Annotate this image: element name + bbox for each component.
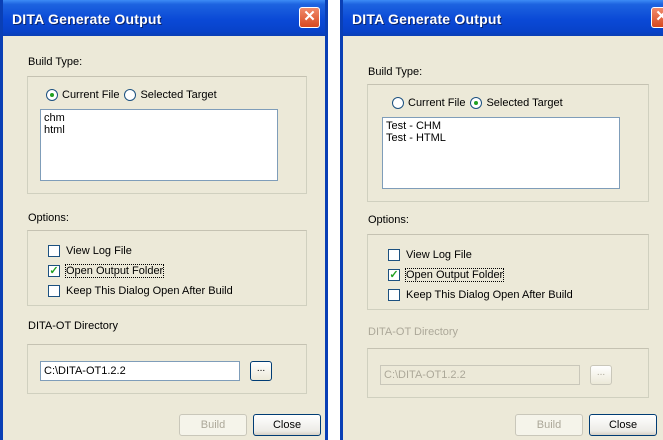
radio-current-file[interactable] [46, 89, 58, 101]
build-button[interactable]: Build [179, 414, 247, 436]
build-type-label: Build Type: [368, 66, 423, 78]
close-icon[interactable]: ✕ [651, 7, 663, 28]
close-button[interactable]: Close [253, 414, 321, 436]
ditaot-directory-input[interactable]: C:\DITA-OT1.2.2 [40, 361, 240, 381]
option-open-output[interactable]: ✓ Open Output Folder [388, 268, 505, 282]
build-type-radio-row: Current File Selected Target [46, 89, 222, 101]
radio-current-file[interactable] [392, 97, 404, 109]
ditaot-directory-input[interactable]: C:\DITA-OT1.2.2 [380, 365, 580, 385]
checkbox-open-output[interactable]: ✓ [388, 269, 400, 281]
list-item[interactable]: Test - CHM [386, 120, 616, 132]
dita-dialog-selected-target: DITA Generate Output ✕ Build Type: Curre… [340, 0, 663, 440]
dialog-title: DITA Generate Output [352, 11, 502, 27]
option-keep-open[interactable]: Keep This Dialog Open After Build [388, 289, 573, 301]
browse-button[interactable]: ... [250, 361, 272, 381]
list-item[interactable]: Test - HTML [386, 132, 616, 144]
build-list[interactable]: Test - CHM Test - HTML [382, 117, 620, 189]
options-label: Options: [28, 212, 69, 224]
checkbox-view-log-label[interactable]: View Log File [66, 245, 132, 257]
checkbox-open-output-label[interactable]: Open Output Folder [64, 264, 165, 278]
checkbox-open-output-label[interactable]: Open Output Folder [404, 268, 505, 282]
ditaot-directory-label: DITA-OT Directory [368, 326, 459, 338]
radio-selected-target-label[interactable]: Selected Target [140, 89, 216, 101]
build-type-label: Build Type: [28, 56, 83, 68]
close-icon[interactable]: ✕ [299, 7, 320, 28]
dialog-title: DITA Generate Output [12, 11, 162, 27]
build-type-radio-row: Current File Selected Target [392, 97, 568, 109]
checkbox-open-output[interactable]: ✓ [48, 265, 60, 277]
checkbox-view-log-label[interactable]: View Log File [406, 249, 472, 261]
checkbox-keep-open[interactable] [48, 285, 60, 297]
radio-selected-target-label[interactable]: Selected Target [486, 97, 562, 109]
checkbox-keep-open-label[interactable]: Keep This Dialog Open After Build [406, 289, 573, 301]
list-item[interactable]: html [44, 124, 274, 136]
radio-selected-target[interactable] [470, 97, 483, 109]
dita-dialog-current-file: DITA Generate Output ✕ Build Type: Curre… [0, 0, 328, 440]
checkbox-view-log[interactable] [48, 245, 60, 257]
ditaot-group: C:\DITA-OT1.2.2 ... [367, 348, 649, 398]
list-item[interactable]: chm [44, 112, 274, 124]
title-bar[interactable]: DITA Generate Output ✕ [3, 0, 325, 36]
build-button[interactable]: Build [515, 414, 583, 436]
options-group: View Log File ✓ Open Output Folder Keep … [27, 230, 307, 306]
radio-selected-target[interactable] [124, 89, 137, 101]
close-button[interactable]: Close [589, 414, 657, 436]
radio-current-file-label[interactable]: Current File [62, 89, 119, 101]
options-label: Options: [368, 214, 409, 226]
option-view-log[interactable]: View Log File [48, 245, 132, 257]
ditaot-directory-label: DITA-OT Directory [28, 320, 119, 332]
checkbox-view-log[interactable] [388, 249, 400, 261]
checkbox-keep-open[interactable] [388, 289, 400, 301]
radio-current-file-label[interactable]: Current File [408, 97, 465, 109]
option-view-log[interactable]: View Log File [388, 249, 472, 261]
option-keep-open[interactable]: Keep This Dialog Open After Build [48, 285, 233, 297]
ditaot-group: C:\DITA-OT1.2.2 ... [27, 344, 307, 394]
title-bar[interactable]: DITA Generate Output ✕ [343, 0, 663, 36]
build-type-group: Current File Selected Target chm html [27, 76, 307, 194]
browse-button[interactable]: ... [590, 365, 612, 385]
build-list[interactable]: chm html [40, 109, 278, 181]
options-group: View Log File ✓ Open Output Folder Keep … [367, 234, 649, 310]
checkbox-keep-open-label[interactable]: Keep This Dialog Open After Build [66, 285, 233, 297]
option-open-output[interactable]: ✓ Open Output Folder [48, 264, 165, 278]
build-type-group: Current File Selected Target Test - CHM … [367, 84, 649, 202]
